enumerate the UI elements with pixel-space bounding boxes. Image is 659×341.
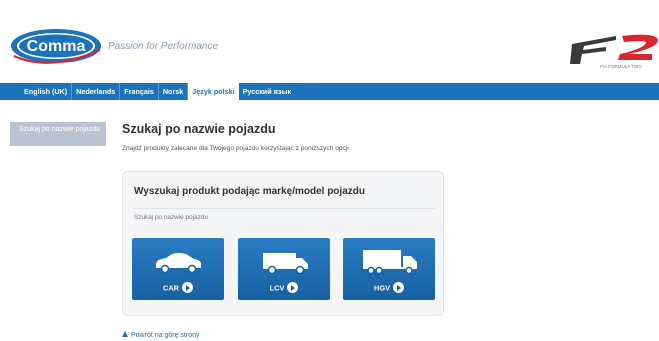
partner-logo-sub: FIA FORMULA TWO <box>600 64 642 69</box>
play-icon <box>393 282 404 293</box>
page-title: Szukaj po nazwie pojazdu <box>122 122 276 136</box>
van-icon <box>263 253 308 275</box>
panel-title: Wyszukaj produkt podając markę/model poj… <box>134 186 365 197</box>
panel-divider <box>132 208 435 209</box>
brand-name: Comma <box>27 38 86 55</box>
back-to-top-label: Powrót na górę strony <box>131 332 200 339</box>
back-to-top-link[interactable]: Powrót na górę strony <box>122 331 199 339</box>
play-icon <box>182 282 193 293</box>
sidebar-item-vehicle-search[interactable]: Szukaj po nazwie pojazdu <box>10 122 106 146</box>
lang-francais[interactable]: Français <box>120 83 159 100</box>
lang-polski[interactable]: Język polski <box>188 82 239 101</box>
hgv-label: HGV <box>373 283 390 293</box>
tagline: Passion for Performance <box>108 41 219 52</box>
truck-icon <box>363 250 417 275</box>
panel-subtitle: Szukaj po nazwie pojazdu <box>134 214 208 221</box>
car-button[interactable]: CAR <box>132 238 224 300</box>
site-header: Comma Passion for Performance FIA FORMUL… <box>0 0 659 80</box>
page-description: Znajdź produkty zalecane dla Twojego poj… <box>122 145 349 152</box>
comma-logo[interactable]: Comma <box>10 26 104 66</box>
language-bar: English (UK) Nederlands Français Norsk J… <box>0 82 659 101</box>
lang-norsk[interactable]: Norsk <box>159 83 189 100</box>
play-icon <box>287 282 299 293</box>
lang-english[interactable]: English (UK) <box>20 83 73 100</box>
car-label: CAR <box>162 283 179 293</box>
f2-partner-logo: FIA FORMULA TWO <box>570 34 658 69</box>
lcv-label: LCV <box>269 283 285 293</box>
lcv-button[interactable]: LCV <box>238 238 330 300</box>
vehicle-search-panel: Wyszukaj produkt podając markę/model poj… <box>122 171 444 316</box>
lang-nederlands[interactable]: Nederlands <box>72 83 121 100</box>
arrow-up-icon <box>122 331 128 337</box>
car-icon <box>156 253 201 274</box>
lang-russian[interactable]: Русский язык <box>239 83 296 100</box>
hgv-button[interactable]: HGV <box>343 238 435 300</box>
